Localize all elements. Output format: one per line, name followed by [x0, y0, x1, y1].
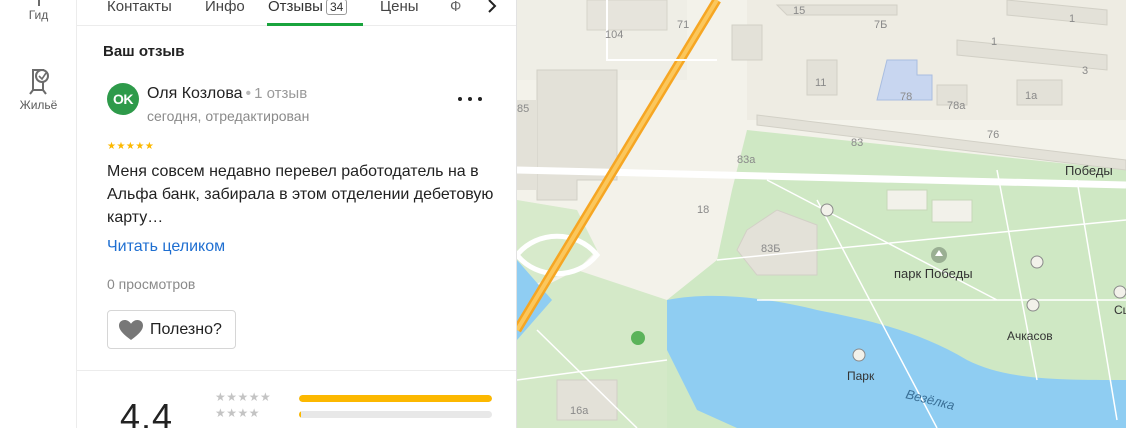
author-reviews-count: 1 отзыв [254, 85, 308, 102]
map-label-street: Победы [1065, 163, 1113, 178]
metro-icon[interactable] [631, 331, 645, 345]
map-label-house: 78 [900, 91, 912, 103]
avatar[interactable]: OK [107, 83, 139, 115]
tab-contacts-label: Контакты [107, 0, 172, 15]
map-label-house: 11 [815, 77, 826, 89]
map-label-house: 7Б [874, 19, 887, 31]
map-label-house: 1 [1069, 13, 1075, 25]
histogram-bar-fill [299, 411, 301, 418]
building [586, 0, 668, 31]
map-label-house: 76 [987, 129, 999, 141]
histogram-row-4: ★★★★ [215, 406, 495, 421]
map-label-house: 104 [605, 29, 623, 41]
map-label-poi[interactable]: Ачкасов [1007, 329, 1053, 343]
business-panel: Контакты Инфо Отзывы34 Цены Ф Ваш отзыв … [77, 0, 517, 428]
tab-contacts[interactable]: Контакты [107, 0, 172, 15]
map-view[interactable]: 104 71 15 7Б 1 1 3 11 78 78а 1а 76 85 83… [517, 0, 1126, 428]
active-tab-indicator [267, 23, 363, 26]
tabs-bar: Контакты Инфо Отзывы34 Цены Ф [77, 0, 516, 26]
average-rating: 4.4 [120, 396, 174, 428]
map-label-house: 71 [677, 19, 689, 31]
pier-icon[interactable] [852, 348, 866, 362]
tab-reviews-label: Отзывы [268, 0, 323, 15]
review-date: сегодня, отредактирован [147, 108, 310, 124]
map-label-poi[interactable]: Сцен [1114, 303, 1126, 317]
section-title: Ваш отзыв [103, 43, 185, 60]
map-label-house: 3 [1082, 65, 1088, 77]
heart-icon [119, 319, 143, 340]
building [931, 199, 973, 223]
more-options-button[interactable] [455, 88, 485, 110]
review-text: Меня совсем недавно перевел работодатель… [107, 163, 494, 226]
pavilion-icon[interactable] [820, 203, 834, 217]
housing-icon [0, 64, 77, 98]
rail-item-housing[interactable]: Жильё [0, 64, 77, 112]
divider [77, 370, 516, 371]
more-dots-icon [458, 97, 462, 101]
map-label-house: 15 [793, 5, 805, 17]
tab-info-label: Инфо [205, 0, 245, 15]
monument-icon[interactable] [1026, 298, 1040, 312]
map-label-house: 78а [947, 100, 966, 112]
map-label-house: 16а [570, 405, 589, 417]
tab-prices-label: Цены [380, 0, 419, 15]
reviews-count-badge: 34 [325, 0, 348, 15]
stage-icon[interactable] [1113, 285, 1126, 299]
map-canvas[interactable]: 104 71 15 7Б 1 1 3 11 78 78а 1а 76 85 83… [517, 0, 1126, 428]
rail-item-guide-label: Гид [28, 8, 49, 22]
histogram-stars: ★★★★★ [215, 390, 272, 404]
more-dots-icon [468, 97, 472, 101]
views-count: 0 просмотров [107, 276, 196, 292]
map-label-house: 83а [737, 154, 756, 166]
map-label-park[interactable]: парк Победы [894, 266, 973, 281]
map-label-house: 83Б [761, 243, 780, 255]
tab-prices[interactable]: Цены [380, 0, 419, 15]
map-label-poi[interactable]: Парк [847, 369, 875, 383]
map-label-house: 85 [517, 103, 529, 115]
more-dots-icon [478, 97, 482, 101]
histogram-stars: ★★★★ [215, 406, 261, 420]
author-name[interactable]: Оля Козлова [147, 85, 243, 102]
review-author-line: Оля Козлова • 1 отзыв [147, 85, 307, 103]
building [731, 24, 763, 61]
map-label-house: 18 [697, 204, 709, 216]
histogram-row-5: ★★★★★ [215, 390, 495, 405]
read-more-link[interactable]: Читать целиком [107, 238, 225, 256]
guide-icon [0, 0, 77, 8]
building [886, 189, 928, 211]
separator-dot: • [245, 85, 252, 102]
map-label-house: 83 [851, 137, 863, 149]
chevron-right-icon [488, 0, 497, 13]
histogram-bar-fill [299, 395, 492, 402]
building [1016, 79, 1063, 106]
review-stars: ★★★★★ [107, 141, 155, 152]
pavilion-icon[interactable] [1030, 255, 1044, 269]
histogram-bar [299, 395, 492, 402]
tab-info[interactable]: Инфо [205, 0, 245, 15]
map-label-house: 1 [991, 36, 997, 48]
tab-reviews[interactable]: Отзывы 34 [268, 0, 348, 15]
left-rail: Гид Жильё [0, 0, 77, 428]
useful-button-label: Полезно? [150, 320, 222, 338]
histogram-bar [299, 411, 492, 418]
rail-item-guide[interactable]: Гид [0, 0, 77, 22]
useful-button[interactable]: Полезно? [107, 310, 236, 349]
rail-item-housing-label: Жильё [19, 98, 58, 112]
tabs-scroll-right-button[interactable] [482, 0, 502, 16]
map-label-house: 1а [1025, 90, 1038, 102]
